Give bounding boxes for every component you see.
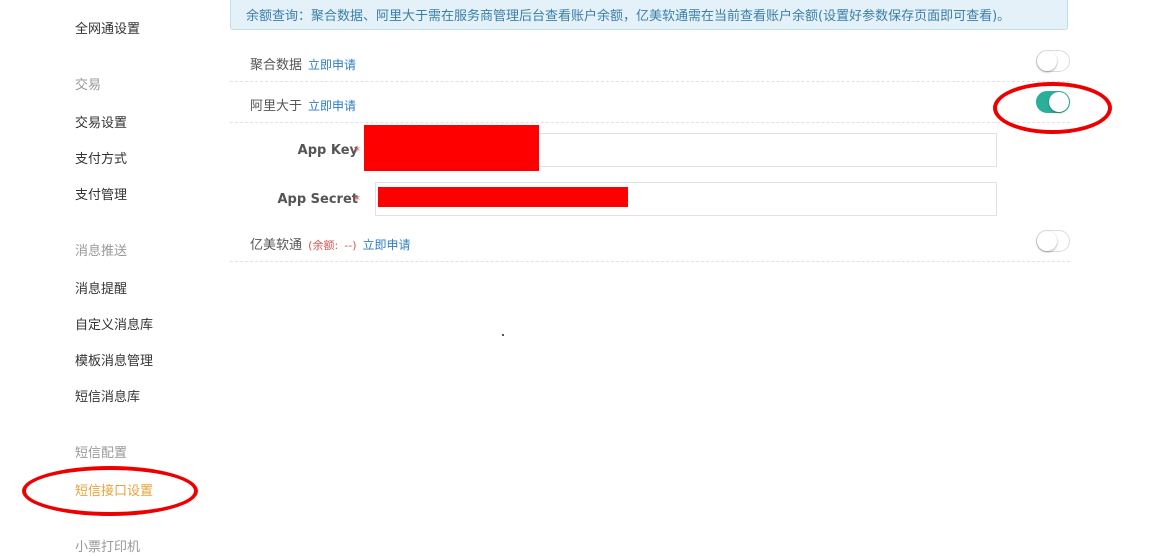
balance-label: (余额: (308, 239, 339, 252)
sidebar-item-payment-methods[interactable]: 支付方式 (75, 152, 127, 168)
app-key-row: App Key * (230, 133, 1070, 169)
toggle-juhe[interactable] (1036, 50, 1070, 72)
provider-name-juhe: 聚合数据 (250, 58, 303, 73)
toggle-knob (1037, 51, 1057, 71)
provider-name-alidayu: 阿里大于 (250, 99, 303, 114)
provider-row-emay: 亿美软通 (余额: --) 立即申请 (230, 222, 1070, 262)
required-mark: * (354, 144, 360, 158)
annotation-circle-toggle (993, 82, 1112, 134)
sidebar-item-sms-message-library[interactable]: 短信消息库 (75, 390, 140, 406)
sidebar-item-message-reminder[interactable]: 消息提醒 (75, 282, 127, 298)
provider-row-juhe: 聚合数据 立即申请 (230, 42, 1070, 82)
provider-row-alidayu: 阿里大于 立即申请 (230, 83, 1070, 123)
app-key-label: App Key (297, 143, 358, 158)
annotation-circle-sms-interface (22, 466, 198, 516)
apply-link-emay[interactable]: 立即申请 (363, 238, 411, 252)
balance-notice-text: 余额查询：聚合数据、阿里大于需在服务商管理后台查看账户余额，亿美软通需在当前查看… (246, 9, 1011, 24)
sidebar-item-network-settings[interactable]: 全网通设置 (75, 22, 140, 38)
app-secret-label: App Secret (277, 192, 358, 207)
sidebar-item-custom-message-library[interactable]: 自定义消息库 (75, 318, 153, 334)
balance-value: --) (344, 239, 357, 252)
balance-notice: 余额查询：聚合数据、阿里大于需在服务商管理后台查看账户余额，亿美软通需在当前查看… (230, 0, 1068, 30)
sidebar-group-receipt-printer: 小票打印机 (75, 540, 141, 555)
sidebar-item-payment-management[interactable]: 支付管理 (75, 188, 127, 204)
app-secret-row: App Secret * (230, 182, 1070, 218)
apply-link-alidayu[interactable]: 立即申请 (308, 99, 356, 113)
provider-name-emay: 亿美软通 (250, 238, 303, 253)
toggle-emay[interactable] (1036, 230, 1070, 252)
sidebar-group-trade: 交易 (75, 78, 102, 93)
sidebar-item-template-message-management[interactable]: 模板消息管理 (75, 354, 153, 370)
sidebar-item-trade-settings[interactable]: 交易设置 (75, 116, 127, 132)
redaction-app-secret (378, 187, 628, 207)
stray-dot (502, 334, 504, 336)
sidebar-group-sms-config: 短信配置 (75, 446, 128, 461)
required-mark: * (354, 193, 360, 207)
sidebar-group-message-push: 消息推送 (75, 244, 128, 259)
redaction-app-key (364, 125, 539, 171)
toggle-knob (1037, 231, 1057, 251)
apply-link-juhe[interactable]: 立即申请 (308, 58, 356, 72)
